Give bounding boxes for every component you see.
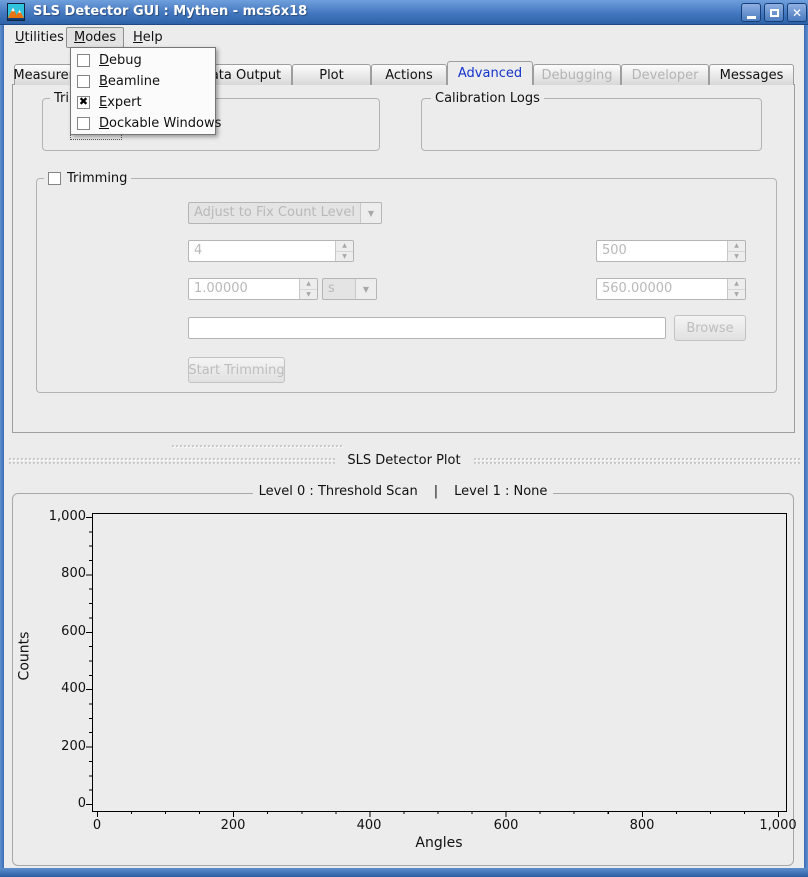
plot-canvas[interactable] [92, 513, 787, 812]
y-tick-label: 0 [26, 796, 86, 811]
exposure-time-value: 1.00000 [194, 281, 248, 296]
window-border-left [0, 25, 4, 877]
trimming-method-combobox[interactable]: Adjust to Fix Count Level ▼ [188, 202, 382, 224]
x-tick-label: 400 [334, 818, 404, 833]
plot-title-separator: | [434, 484, 438, 499]
close-icon: ✕ [792, 7, 802, 19]
browse-button[interactable]: Browse [674, 315, 746, 341]
x-tick-label: 800 [607, 818, 677, 833]
debug-label: Debug [99, 53, 142, 68]
menu-modes[interactable]: Modes [66, 27, 124, 48]
tab-developer[interactable]: Developer [621, 64, 709, 85]
menubar: Utilities Modes Help [4, 25, 804, 49]
y-tick-label: 400 [26, 681, 86, 696]
menu-item-expert[interactable]: ✖ Expert [71, 92, 215, 113]
x-axis-minor-ticks [97, 811, 779, 814]
plot-title: Level 0 : Threshold Scan | Level 1 : None [12, 484, 794, 499]
plot-title-level1: Level 1 : None [454, 484, 547, 499]
beamline-checkbox[interactable] [77, 75, 90, 88]
window-border-bottom [0, 868, 808, 877]
y-axis-title: Counts [14, 601, 34, 711]
calibration-logs-group-title: Calibration Logs [431, 91, 544, 106]
menu-utilities[interactable]: Utilities [8, 28, 71, 47]
x-tick-label: 1,000 [743, 818, 808, 833]
x-tick-label: 200 [198, 818, 268, 833]
chevron-down-icon: ▼ [360, 203, 381, 223]
debug-checkbox[interactable] [77, 54, 90, 67]
tab-advanced[interactable]: Advanced [447, 61, 533, 85]
app-mountain-icon [7, 3, 25, 21]
exposure-unit-value: s [328, 281, 335, 296]
threshold-value: 560.00000 [602, 281, 672, 296]
resolution-value: 4 [194, 243, 202, 258]
y-tick-label: 800 [26, 566, 86, 581]
spin-arrows-icon[interactable]: ▲▼ [727, 241, 745, 261]
tab-actions[interactable]: Actions [371, 64, 447, 85]
spin-arrows-icon[interactable]: ▲▼ [335, 241, 353, 261]
x-tick-label: 0 [62, 818, 132, 833]
minimize-icon [747, 16, 756, 19]
plot-dock-title: SLS Detector Plot [347, 453, 460, 468]
dockable-windows-checkbox[interactable] [77, 117, 90, 130]
window-border-right [804, 25, 808, 877]
expert-label: Expert [99, 95, 142, 110]
menu-item-dockable-windows[interactable]: Dockable Windows [71, 113, 215, 134]
trimming-group-header: Trimming [44, 171, 131, 186]
browse-button-label: Browse [686, 321, 733, 336]
plot-title-level0: Level 0 : Threshold Scan [259, 484, 418, 499]
counts-channel-value: 500 [602, 243, 627, 258]
tab-debugging[interactable]: Debugging [533, 64, 621, 85]
maximize-icon [770, 9, 779, 17]
exposure-time-spinbox[interactable]: 1.00000 ▲▼ [188, 278, 318, 300]
y-tick-label: 600 [26, 624, 86, 639]
y-tick-label: 200 [26, 739, 86, 754]
trimming-group-title: Trimming [67, 171, 127, 186]
trimming-checkbox[interactable] [48, 172, 61, 185]
plot-dock-header: SLS Detector Plot [8, 453, 800, 468]
output-directory-input[interactable] [188, 317, 666, 339]
menu-help[interactable]: Help [126, 28, 170, 47]
menu-item-debug[interactable]: Debug [71, 50, 215, 71]
start-trimming-label: Start Trimming [188, 363, 284, 378]
maximize-button[interactable] [764, 3, 784, 22]
tab-messages[interactable]: Messages [709, 64, 794, 85]
x-tick-label: 600 [471, 818, 541, 833]
menu-item-beamline[interactable]: Beamline [71, 71, 215, 92]
close-button[interactable]: ✕ [787, 3, 807, 22]
counts-channel-spinbox[interactable]: 500 ▲▼ [596, 240, 746, 262]
tab-plot[interactable]: Plot [292, 64, 371, 85]
spin-arrows-icon[interactable]: ▲▼ [727, 279, 745, 299]
splitter-handle[interactable] [171, 444, 343, 449]
threshold-spinbox[interactable]: 560.00000 ▲▼ [596, 278, 746, 300]
y-tick-label: 1,000 [26, 509, 86, 524]
dock-texture-left [8, 457, 335, 464]
expert-checkbox[interactable]: ✖ [77, 96, 90, 109]
window-title: SLS Detector GUI : Mythen - mcs6x18 [33, 4, 307, 19]
dockable-windows-label: Dockable Windows [99, 116, 221, 131]
minimize-button[interactable] [741, 3, 761, 22]
exposure-unit-combobox[interactable]: s ▼ [322, 278, 377, 300]
start-trimming-button[interactable]: Start Trimming [188, 357, 285, 383]
trimming-method-value: Adjust to Fix Count Level [194, 205, 355, 220]
chevron-down-icon: ▼ [355, 279, 376, 299]
titlebar[interactable]: SLS Detector GUI : Mythen - mcs6x18 ✕ [0, 0, 808, 25]
resolution-spinbox[interactable]: 4 ▲▼ [188, 240, 354, 262]
modes-menu-popup: Debug Beamline ✖ Expert Dockable Windows [70, 47, 216, 135]
y-axis-minor-ticks [89, 517, 92, 806]
x-axis-title: Angles [389, 835, 489, 851]
app-window: SLS Detector GUI : Mythen - mcs6x18 ✕ Ut… [0, 0, 808, 877]
dock-texture-right [473, 457, 800, 464]
spin-arrows-icon[interactable]: ▲▼ [299, 279, 317, 299]
beamline-label: Beamline [99, 74, 160, 89]
